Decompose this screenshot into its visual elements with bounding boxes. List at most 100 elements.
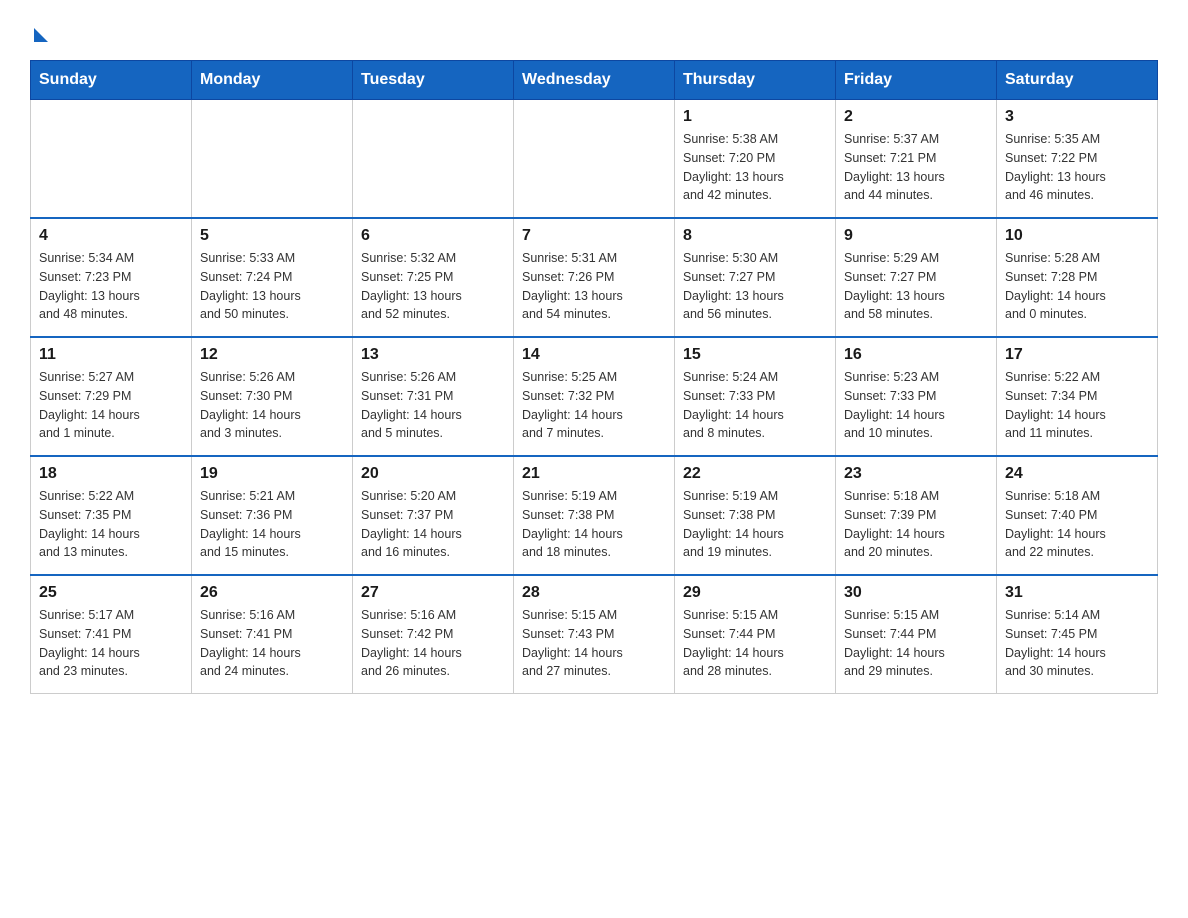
calendar-day-cell: 19 Sunrise: 5:21 AMSunset: 7:36 PMDayligh… [192, 456, 353, 575]
day-info: Sunrise: 5:14 AMSunset: 7:45 PMDaylight:… [1005, 606, 1149, 681]
calendar-day-cell: 31 Sunrise: 5:14 AMSunset: 7:45 PMDayligh… [997, 575, 1158, 694]
day-of-week-header: Wednesday [514, 61, 675, 100]
day-of-week-header: Monday [192, 61, 353, 100]
calendar-day-cell: 21 Sunrise: 5:19 AMSunset: 7:38 PMDayligh… [514, 456, 675, 575]
calendar-day-cell: 22Sunrise: 5:19 AMSunset: 7:38 PMDayligh… [675, 456, 836, 575]
day-info: Sunrise: 5:33 AMSunset: 7:24 PMDaylight:… [200, 249, 344, 324]
calendar-day-cell: 1Sunrise: 5:38 AMSunset: 7:20 PMDaylight… [675, 100, 836, 219]
calendar-day-cell: 16Sunrise: 5:23 AMSunset: 7:33 PMDayligh… [836, 337, 997, 456]
day-number: 9 [844, 227, 988, 245]
day-number: 12 [200, 346, 344, 364]
calendar-day-cell: 14Sunrise: 5:25 AMSunset: 7:32 PMDayligh… [514, 337, 675, 456]
calendar-header-row: SundayMondayTuesdayWednesdayThursdayFrid… [31, 61, 1158, 100]
day-info: Sunrise: 5:15 AMSunset: 7:44 PMDaylight:… [683, 606, 827, 681]
day-info: Sunrise: 5:15 AMSunset: 7:43 PMDaylight:… [522, 606, 666, 681]
calendar-day-cell: 12 Sunrise: 5:26 AMSunset: 7:30 PMDayligh… [192, 337, 353, 456]
calendar-day-cell: 23 Sunrise: 5:18 AMSunset: 7:39 PMDayligh… [836, 456, 997, 575]
calendar-day-cell: 24 Sunrise: 5:18 AMSunset: 7:40 PMDayligh… [997, 456, 1158, 575]
day-number: 23 [844, 465, 988, 483]
day-info: Sunrise: 5:35 AMSunset: 7:22 PMDaylight:… [1005, 130, 1149, 205]
calendar-day-cell: 30 Sunrise: 5:15 AMSunset: 7:44 PMDayligh… [836, 575, 997, 694]
calendar-day-cell: 11 Sunrise: 5:27 AMSunset: 7:29 PMDayligh… [31, 337, 192, 456]
day-of-week-header: Friday [836, 61, 997, 100]
day-number: 6 [361, 227, 505, 245]
calendar-day-cell [353, 100, 514, 219]
calendar-day-cell: 13 Sunrise: 5:26 AMSunset: 7:31 PMDayligh… [353, 337, 514, 456]
day-number: 7 [522, 227, 666, 245]
calendar-day-cell: 4 Sunrise: 5:34 AMSunset: 7:23 PMDaylight… [31, 218, 192, 337]
day-number: 16 [844, 346, 988, 364]
day-number: 8 [683, 227, 827, 245]
page-header [30, 20, 1158, 40]
day-info: Sunrise: 5:26 AMSunset: 7:30 PMDaylight:… [200, 368, 344, 443]
day-info: Sunrise: 5:34 AMSunset: 7:23 PMDaylight:… [39, 249, 183, 324]
day-info: Sunrise: 5:22 AMSunset: 7:34 PMDaylight:… [1005, 368, 1149, 443]
day-info: Sunrise: 5:16 AMSunset: 7:41 PMDaylight:… [200, 606, 344, 681]
day-info: Sunrise: 5:19 AMSunset: 7:38 PMDaylight:… [522, 487, 666, 562]
day-info: Sunrise: 5:18 AMSunset: 7:40 PMDaylight:… [1005, 487, 1149, 562]
logo-arrow-icon [34, 28, 48, 42]
day-info: Sunrise: 5:38 AMSunset: 7:20 PMDaylight:… [683, 130, 827, 205]
calendar-day-cell: 29 Sunrise: 5:15 AMSunset: 7:44 PMDayligh… [675, 575, 836, 694]
calendar-day-cell: 3 Sunrise: 5:35 AMSunset: 7:22 PMDaylight… [997, 100, 1158, 219]
day-number: 21 [522, 465, 666, 483]
day-number: 11 [39, 346, 183, 364]
calendar-day-cell: 28 Sunrise: 5:15 AMSunset: 7:43 PMDayligh… [514, 575, 675, 694]
calendar-day-cell: 5Sunrise: 5:33 AMSunset: 7:24 PMDaylight… [192, 218, 353, 337]
calendar-day-cell: 27 Sunrise: 5:16 AMSunset: 7:42 PMDayligh… [353, 575, 514, 694]
calendar-day-cell [192, 100, 353, 219]
day-number: 3 [1005, 108, 1149, 126]
day-number: 25 [39, 584, 183, 602]
day-info: Sunrise: 5:30 AMSunset: 7:27 PMDaylight:… [683, 249, 827, 324]
calendar-day-cell: 15 Sunrise: 5:24 AMSunset: 7:33 PMDayligh… [675, 337, 836, 456]
day-info: Sunrise: 5:15 AMSunset: 7:44 PMDaylight:… [844, 606, 988, 681]
day-info: Sunrise: 5:19 AMSunset: 7:38 PMDaylight:… [683, 487, 827, 562]
day-info: Sunrise: 5:27 AMSunset: 7:29 PMDaylight:… [39, 368, 183, 443]
calendar-day-cell [31, 100, 192, 219]
day-info: Sunrise: 5:29 AMSunset: 7:27 PMDaylight:… [844, 249, 988, 324]
calendar-week-row: 25 Sunrise: 5:17 AMSunset: 7:41 PMDayligh… [31, 575, 1158, 694]
calendar-day-cell: 8 Sunrise: 5:30 AMSunset: 7:27 PMDaylight… [675, 218, 836, 337]
day-number: 15 [683, 346, 827, 364]
day-info: Sunrise: 5:22 AMSunset: 7:35 PMDaylight:… [39, 487, 183, 562]
day-number: 18 [39, 465, 183, 483]
day-number: 24 [1005, 465, 1149, 483]
day-number: 4 [39, 227, 183, 245]
day-number: 19 [200, 465, 344, 483]
day-info: Sunrise: 5:24 AMSunset: 7:33 PMDaylight:… [683, 368, 827, 443]
day-number: 14 [522, 346, 666, 364]
calendar-day-cell: 17Sunrise: 5:22 AMSunset: 7:34 PMDayligh… [997, 337, 1158, 456]
day-info: Sunrise: 5:16 AMSunset: 7:42 PMDaylight:… [361, 606, 505, 681]
day-number: 29 [683, 584, 827, 602]
calendar-day-cell: 6 Sunrise: 5:32 AMSunset: 7:25 PMDaylight… [353, 218, 514, 337]
day-info: Sunrise: 5:28 AMSunset: 7:28 PMDaylight:… [1005, 249, 1149, 324]
day-info: Sunrise: 5:26 AMSunset: 7:31 PMDaylight:… [361, 368, 505, 443]
day-info: Sunrise: 5:17 AMSunset: 7:41 PMDaylight:… [39, 606, 183, 681]
calendar-day-cell: 10Sunrise: 5:28 AMSunset: 7:28 PMDayligh… [997, 218, 1158, 337]
day-of-week-header: Saturday [997, 61, 1158, 100]
calendar-day-cell: 26Sunrise: 5:16 AMSunset: 7:41 PMDayligh… [192, 575, 353, 694]
calendar-day-cell [514, 100, 675, 219]
day-number: 31 [1005, 584, 1149, 602]
day-number: 27 [361, 584, 505, 602]
day-info: Sunrise: 5:21 AMSunset: 7:36 PMDaylight:… [200, 487, 344, 562]
day-info: Sunrise: 5:31 AMSunset: 7:26 PMDaylight:… [522, 249, 666, 324]
calendar-week-row: 18 Sunrise: 5:22 AMSunset: 7:35 PMDayligh… [31, 456, 1158, 575]
calendar-week-row: 11 Sunrise: 5:27 AMSunset: 7:29 PMDayligh… [31, 337, 1158, 456]
calendar-day-cell: 9 Sunrise: 5:29 AMSunset: 7:27 PMDaylight… [836, 218, 997, 337]
day-of-week-header: Thursday [675, 61, 836, 100]
calendar-day-cell: 2 Sunrise: 5:37 AMSunset: 7:21 PMDaylight… [836, 100, 997, 219]
day-number: 30 [844, 584, 988, 602]
day-of-week-header: Tuesday [353, 61, 514, 100]
day-info: Sunrise: 5:37 AMSunset: 7:21 PMDaylight:… [844, 130, 988, 205]
day-info: Sunrise: 5:18 AMSunset: 7:39 PMDaylight:… [844, 487, 988, 562]
calendar-week-row: 4 Sunrise: 5:34 AMSunset: 7:23 PMDaylight… [31, 218, 1158, 337]
day-info: Sunrise: 5:20 AMSunset: 7:37 PMDaylight:… [361, 487, 505, 562]
day-number: 2 [844, 108, 988, 126]
calendar-day-cell: 25 Sunrise: 5:17 AMSunset: 7:41 PMDayligh… [31, 575, 192, 694]
day-number: 13 [361, 346, 505, 364]
calendar-day-cell: 18 Sunrise: 5:22 AMSunset: 7:35 PMDayligh… [31, 456, 192, 575]
day-of-week-header: Sunday [31, 61, 192, 100]
day-number: 28 [522, 584, 666, 602]
day-info: Sunrise: 5:32 AMSunset: 7:25 PMDaylight:… [361, 249, 505, 324]
